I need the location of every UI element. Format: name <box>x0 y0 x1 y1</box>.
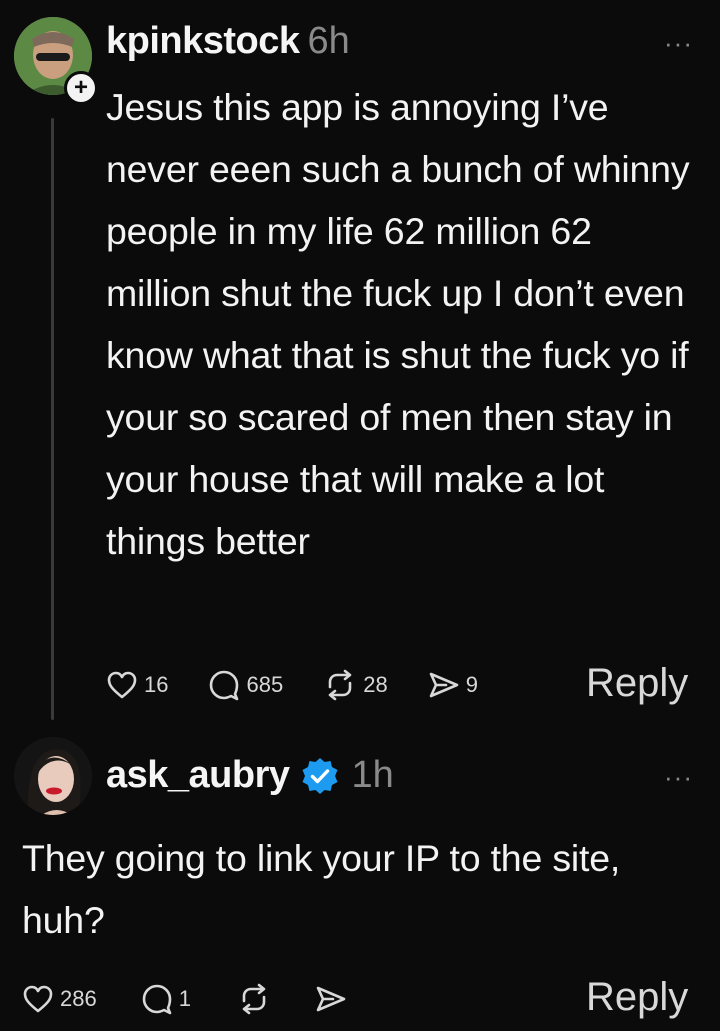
like-button[interactable]: 16 <box>106 670 168 700</box>
verified-badge-icon <box>302 757 338 794</box>
more-icon[interactable]: ··· <box>664 30 693 56</box>
comment-icon <box>142 984 172 1015</box>
heart-icon <box>23 985 53 1013</box>
repost-count: 28 <box>363 672 388 697</box>
share-icon <box>429 672 458 698</box>
like-count: 16 <box>144 672 169 697</box>
post-body: They going to link your IP to the site, … <box>22 837 621 941</box>
comment-icon <box>210 670 239 701</box>
comment-button[interactable]: 685 <box>208 669 283 701</box>
post-ask-aubry: ask_aubry 1h ··· They going to link your… <box>0 730 720 1031</box>
post-body: Jesus this app is annoying I’ve never ee… <box>106 86 690 562</box>
post-actions: 16 685 28 9 <box>106 668 518 702</box>
avatar-image-icon <box>14 737 92 815</box>
username-text[interactable]: kpinkstock <box>106 20 300 62</box>
follow-plus-icon[interactable]: + <box>64 71 98 105</box>
post-kpinkstock: + kpinkstock 6h ··· Jesus this app is ann… <box>0 0 720 730</box>
comment-count: 685 <box>246 672 284 697</box>
comment-count: 1 <box>178 986 191 1011</box>
post-time: 1h <box>351 754 394 796</box>
thread-line <box>51 118 54 720</box>
reply-button[interactable]: Reply <box>586 975 688 1020</box>
like-button[interactable]: 286 <box>22 984 97 1014</box>
heart-icon <box>107 671 137 699</box>
username-kpinkstock[interactable]: kpinkstock 6h <box>106 20 350 63</box>
share-icon <box>316 986 346 1012</box>
share-count: 9 <box>465 672 478 697</box>
repost-button[interactable]: 28 <box>323 669 388 701</box>
reply-button[interactable]: Reply <box>586 661 688 706</box>
more-icon[interactable]: ··· <box>664 764 693 790</box>
username-ask-aubry[interactable]: ask_aubry 1h <box>106 754 394 797</box>
post-actions: 286 1 <box>22 982 387 1016</box>
username-text[interactable]: ask_aubry <box>106 754 290 797</box>
share-button[interactable]: 9 <box>428 670 478 700</box>
post-time: 6h <box>307 20 350 62</box>
repost-icon <box>242 983 266 1015</box>
share-button[interactable] <box>315 984 347 1014</box>
avatar-ask-aubry[interactable] <box>14 737 92 815</box>
repost-icon <box>328 669 352 701</box>
like-count: 286 <box>60 986 97 1011</box>
comment-button[interactable]: 1 <box>141 983 191 1015</box>
repost-button[interactable] <box>237 983 271 1015</box>
